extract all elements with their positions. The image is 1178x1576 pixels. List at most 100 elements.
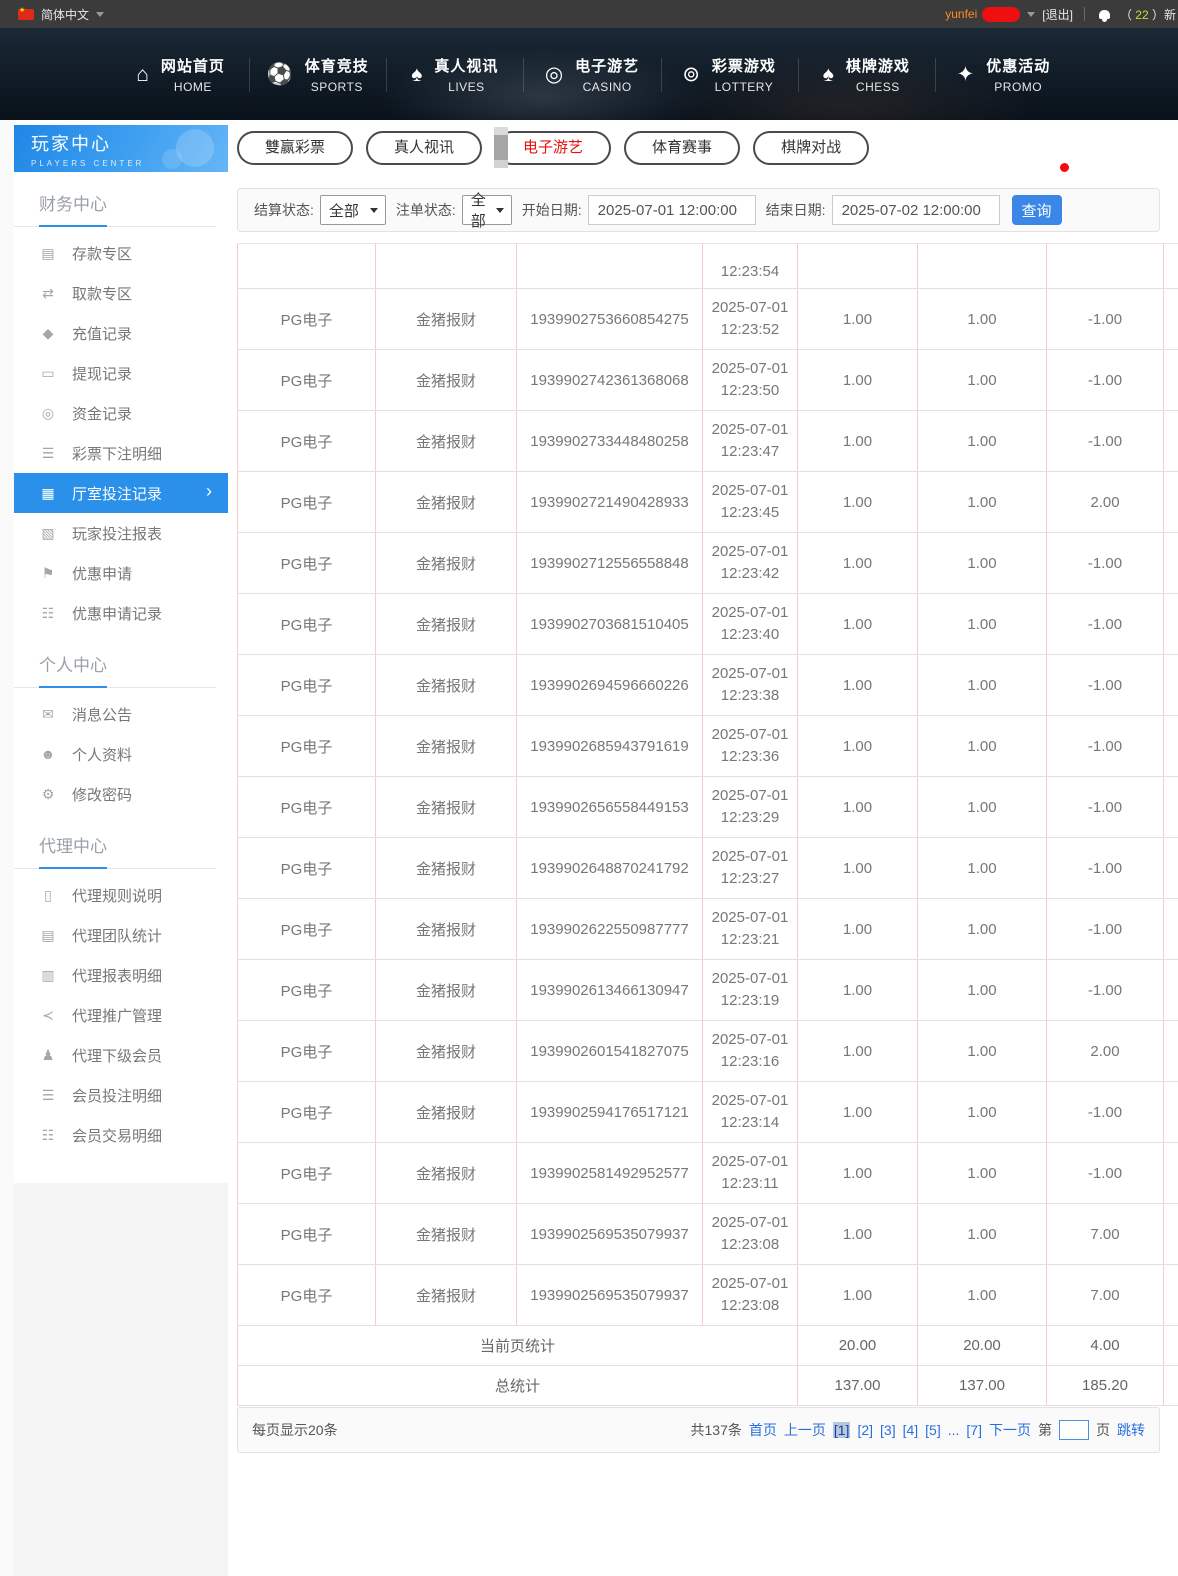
cell-clipped — [1163, 959, 1178, 1021]
nav-item-casino[interactable]: ◎ 电子游艺 CASINO — [523, 28, 660, 120]
table-row: PG电子 金猪报财 1939902685943791619 2025-07-01 12:… — [237, 715, 1178, 777]
sidebar-item[interactable]: ☷ 会员交易明细 — [14, 1115, 228, 1155]
sidebar-item[interactable]: ☰ 会员投注明细 — [14, 1075, 228, 1115]
nav-item-text: 网站首页 HOME — [161, 55, 225, 94]
content-panel: 雙赢彩票 真人视讯 电子游艺 体育赛事 棋牌对战 结算状态: 全部 注单状态: 全部 开… — [228, 120, 1178, 1576]
cell-time-clock: 12:23:27 — [720, 870, 780, 887]
prev-page-link[interactable]: 上一页 — [784, 1420, 826, 1440]
cell-time-clock: 12:23:40 — [720, 626, 780, 643]
cell-profit: -1.00 — [1046, 593, 1164, 655]
language-label[interactable]: 简体中文 — [41, 6, 89, 23]
category-tab[interactable]: 雙赢彩票 — [237, 131, 354, 165]
cell-time: 2025-07-01 12:23:42 — [702, 532, 798, 594]
logout-button[interactable]: [退出] — [1042, 6, 1073, 23]
sidebar-item[interactable]: ◆ 充值记录 — [14, 313, 228, 353]
category-tab[interactable]: 电子游艺 — [495, 131, 612, 165]
cell-time-clock: 12:23:29 — [720, 809, 780, 826]
page-link[interactable]: [2] — [857, 1422, 873, 1438]
category-tab[interactable]: 真人视讯 — [366, 131, 483, 165]
cell-time-date: 2025-07-01 — [711, 665, 789, 683]
search-button[interactable]: 查询 — [1011, 195, 1062, 225]
cell-valid-bet: 1.00 — [917, 593, 1047, 655]
sidebar-item-label: 提现记录 — [72, 365, 133, 383]
page-link[interactable]: [4] — [903, 1422, 919, 1438]
category-tab[interactable]: 棋牌对战 — [753, 131, 870, 165]
sidebar-item[interactable]: ▤ 存款专区 — [14, 233, 228, 273]
sidebar-item[interactable]: ▥ 代理报表明细 — [14, 955, 228, 995]
cell-bet-amount: 1.00 — [797, 532, 918, 594]
sidebar-item[interactable]: ✉ 消息公告 — [14, 694, 228, 734]
cell-time-clock: 12:23:08 — [720, 1236, 780, 1253]
sidebar-item[interactable]: ⚑ 优惠申请 — [14, 553, 228, 593]
sidebar-item[interactable]: ≺ 代理推广管理 — [14, 995, 228, 1035]
sidebar-item[interactable]: ⇄ 取款专区 — [14, 273, 228, 313]
cell-time-date: 2025-07-01 — [711, 421, 789, 439]
page-link[interactable]: [3] — [880, 1422, 896, 1438]
order-status-select[interactable]: 全部 — [461, 192, 512, 230]
sidebar-item[interactable]: ◎ 资金记录 — [14, 393, 228, 433]
cell-valid-bet: 1.00 — [917, 715, 1047, 777]
sports-ball-icon: ⚽ — [266, 62, 293, 86]
agent-team-stats-icon: ▤ — [41, 927, 55, 943]
cell-game: 金猪报财 — [375, 715, 517, 777]
jump-page-input[interactable] — [1059, 1420, 1089, 1440]
user-chevron-down-icon[interactable] — [1027, 11, 1036, 17]
sidebar-item[interactable]: ▦ 厅室投注记录 — [14, 473, 228, 513]
cell-time-clock: 12:23:45 — [720, 504, 780, 521]
cell-time-date: 2025-07-01 — [711, 1214, 789, 1232]
nav-item-title: 优惠活动 — [986, 57, 1051, 75]
cell-time-clock: 12:23:16 — [720, 1053, 780, 1070]
total-count-label: 共137条 — [690, 1422, 742, 1438]
deposit-icon: ▤ — [41, 245, 55, 261]
cell-valid-bet: 1.00 — [917, 1081, 1047, 1143]
cell-time-clock: 12:23:38 — [720, 687, 780, 704]
table-row: PG电子 金猪报财 1939902613466130947 2025-07-01 12:… — [237, 959, 1178, 1021]
language-switcher[interactable]: 简体中文 — [18, 6, 105, 23]
sidebar-item[interactable]: ☰ 彩票下注明细 — [14, 433, 228, 473]
table-row: PG电子 金猪报财 1939902733448480258 2025-07-01 12:… — [237, 410, 1178, 472]
page-canvas: 简体中文 yunfei [退出] （ 22 ）新 ⌂ 网站首页 HOME ⚽ 体育竞技 S… — [0, 0, 1178, 1576]
nav-item-sports[interactable]: ⚽ 体育竞技 SPORTS — [249, 28, 386, 120]
cell-valid-bet: 1.00 — [917, 837, 1047, 899]
start-date-input[interactable] — [587, 195, 756, 225]
username-label[interactable]: yunfei — [945, 7, 977, 21]
cell-profit: -1.00 — [1046, 776, 1164, 838]
sidebar-item[interactable]: ▧ 玩家投注报表 — [14, 513, 228, 553]
page-link[interactable]: ... — [948, 1422, 960, 1438]
sidebar-item[interactable]: ▯ 代理规则说明 — [14, 875, 228, 915]
notification-bell-icon[interactable] — [1098, 9, 1110, 22]
msg-paren-open: （ — [1119, 7, 1136, 22]
cell-clipped — [1163, 593, 1178, 655]
nav-item-promo[interactable]: ✦ 优惠活动 PROMO — [934, 28, 1072, 120]
end-date-input[interactable] — [831, 195, 1000, 225]
recharge-record-icon: ◆ — [42, 325, 54, 341]
first-page-link[interactable]: 首页 — [749, 1420, 777, 1440]
next-page-link[interactable]: 下一页 — [989, 1420, 1031, 1440]
cell-order-id: 1939902648870241792 — [516, 837, 703, 899]
nav-item-lives[interactable]: ♠ 真人视讯 LIVES — [386, 28, 523, 120]
member-bet-detail-icon: ☰ — [41, 1087, 55, 1103]
sidebar-item-label: 会员投注明细 — [72, 1087, 163, 1105]
jump-button[interactable]: 跳转 — [1117, 1420, 1145, 1440]
sidebar-item[interactable]: ▤ 代理团队统计 — [14, 915, 228, 955]
cell-order-id: 1939902753660854275 — [516, 288, 703, 350]
category-tab[interactable]: 体育赛事 — [624, 131, 741, 165]
nav-item-chess[interactable]: ♠ 棋牌游戏 CHESS — [797, 28, 935, 120]
sidebar-item[interactable]: ☷ 优惠申请记录 — [14, 593, 228, 633]
cell-order-id: 1939902569535079937 — [516, 1203, 703, 1265]
sidebar-item[interactable]: ▭ 提现记录 — [14, 353, 228, 393]
nav-item-lottery[interactable]: ⊚ 彩票游戏 LOTTERY — [660, 28, 798, 120]
sidebar-item[interactable]: ♟ 代理下级会员 — [14, 1035, 228, 1075]
sidebar-item[interactable]: ☻ 个人资料 — [14, 734, 228, 774]
nav-item-home[interactable]: ⌂ 网站首页 HOME — [112, 28, 249, 120]
summary-profit: 185.20 — [1046, 1365, 1164, 1406]
agent-members-icon: ♟ — [41, 1047, 55, 1063]
page-link[interactable]: [5] — [925, 1422, 941, 1438]
sidebar-item[interactable]: ⚙ 修改密码 — [14, 774, 228, 814]
settle-status-select[interactable]: 全部 — [319, 195, 386, 225]
cell-clipped — [1163, 1203, 1178, 1265]
order-status-value: 全部 — [470, 192, 486, 230]
page-link[interactable]: [7] — [966, 1422, 982, 1438]
message-count-wrap[interactable]: （ 22 ）新 — [1120, 6, 1176, 23]
scrollbar-artifact[interactable] — [494, 127, 508, 168]
